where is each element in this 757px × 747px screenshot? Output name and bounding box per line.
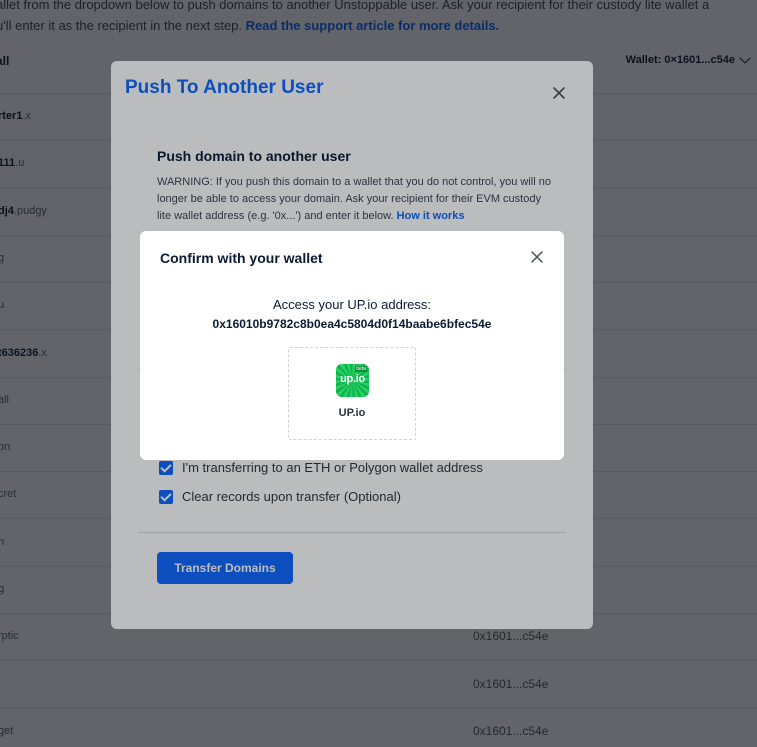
wallet-address: 0x16010b9782c8b0ea4c5804d0f14baabe6bfec5… [212, 317, 492, 331]
confirm-title: Confirm with your wallet [160, 250, 323, 266]
upio-logo-icon: beta up.io [336, 364, 369, 397]
confirm-wallet-dialog: Confirm with your wallet Access your UP.… [140, 231, 564, 460]
upio-wallet-option[interactable]: beta up.io UP.io [288, 347, 416, 440]
logo-text: up.io [340, 373, 365, 385]
logo-beta-badge: beta [355, 366, 367, 372]
upio-option-label: UP.io [338, 407, 366, 419]
access-address-label: Access your UP.io address: [273, 297, 431, 312]
close-icon[interactable] [530, 250, 544, 264]
